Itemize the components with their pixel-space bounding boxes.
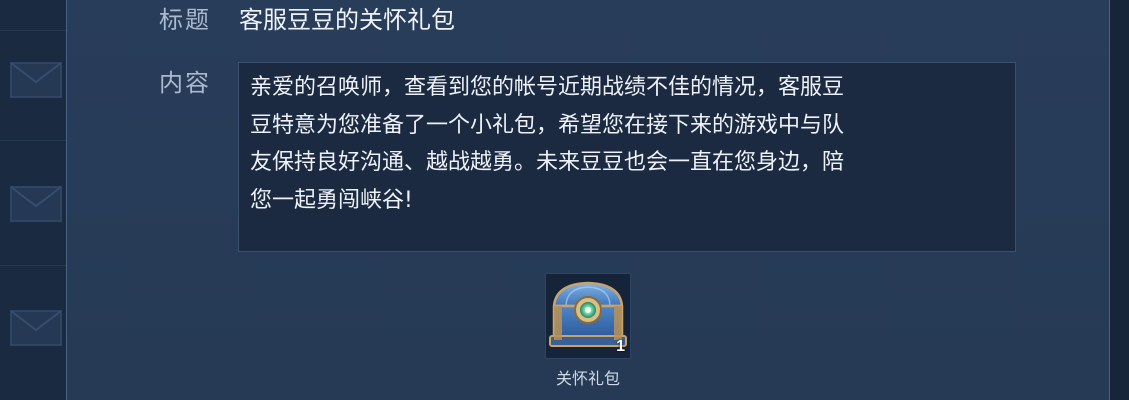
content-label: 内容: [159, 69, 211, 97]
list-divider: [0, 265, 66, 266]
title-label: 标题: [159, 6, 211, 34]
list-divider: [0, 140, 66, 141]
content-line: 豆特意为您准备了一个小礼包，希望您在接下来的游戏中与队: [250, 112, 845, 138]
background-right-edge: [1109, 0, 1129, 400]
content-line: 您一起勇闯峡谷!: [250, 187, 413, 213]
mail-envelope-icon: [10, 310, 62, 346]
attachment-name: 关怀礼包: [555, 369, 620, 388]
content-line: 友保持良好沟通、越战越勇。未来豆豆也会一直在您身边，陪: [250, 150, 845, 175]
mail-title: 客服豆豆的关怀礼包: [239, 6, 455, 34]
mail-detail-panel: 标题 客服豆豆的关怀礼包 内容 亲爱的召唤师，查看到您的帐号近期战绩不佳的情况，…: [66, 0, 1110, 400]
content-line: 亲爱的召唤师，查看到您的帐号近期战绩不佳的情况，客服豆: [250, 75, 845, 100]
mail-envelope-icon: [10, 62, 62, 98]
mail-content-text: 亲爱的召唤师，查看到您的帐号近期战绩不佳的情况，客服豆 豆特意为您准备了一个小礼…: [250, 69, 1010, 219]
background-mail-list: [0, 0, 66, 400]
attachment-count: 1: [616, 338, 625, 355]
mail-content-box[interactable]: 亲爱的召唤师，查看到您的帐号近期战绩不佳的情况，客服豆 豆特意为您准备了一个小礼…: [238, 62, 1016, 252]
list-divider: [0, 30, 66, 31]
attachment-item-slot[interactable]: 1: [545, 273, 631, 359]
mail-screen: 标题 客服豆豆的关怀礼包 内容 亲爱的召唤师，查看到您的帐号近期战绩不佳的情况，…: [0, 0, 1129, 400]
mail-envelope-icon: [10, 186, 62, 222]
